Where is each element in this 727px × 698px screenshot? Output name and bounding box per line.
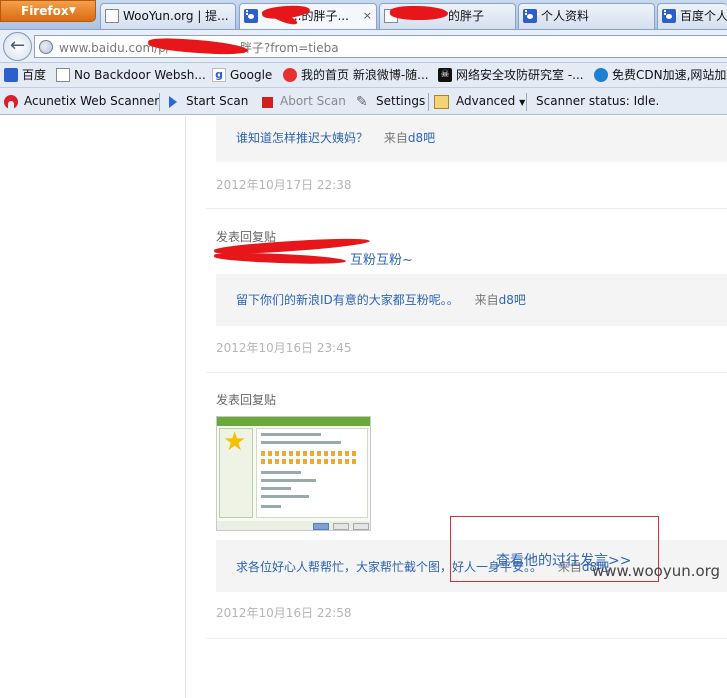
play-icon [169,96,177,108]
baidu-paw-icon [244,9,260,23]
scanner-status: Scanner status: Idle. [536,94,660,108]
redaction-mark [213,251,347,266]
advanced-button[interactable]: Advanced ▼ [456,93,525,111]
compass-icon [594,68,608,82]
settings-button[interactable]: Settings [376,93,425,111]
firefox-menu-button[interactable]: Firefox ▼ [0,0,96,22]
bookmark-google[interactable]: g Google [210,67,272,85]
toolbar-separator [428,93,429,111]
star-icon: ★ [223,427,247,457]
thumbnail-row [261,505,281,508]
thumbnail-row [261,487,291,490]
post-timestamp: 2012年10月17日 22:38 [216,178,352,192]
thumbnail-row [261,441,341,444]
close-icon[interactable]: × [363,4,372,28]
watermark: www.wooyun.org [592,562,721,580]
back-button[interactable]: ← [3,32,32,61]
chevron-down-icon: ▼ [69,6,76,16]
redaction-mark [390,6,448,20]
acunetix-toolbar: Acunetix Web Scanner Start Scan Abort Sc… [0,88,727,115]
bookmark-label: No Backdoor Websh... [74,68,206,82]
bookmark-label: 我的首页 新浪微博-随... [301,68,429,82]
bookmark-weibo[interactable]: 我的首页 新浪微博-随... [281,67,429,85]
source-forum-link[interactable]: d8吧 [499,293,526,307]
google-icon: g [212,68,226,82]
reply-text[interactable]: 互粉互粉~ [350,249,413,268]
quoted-post: 留下你们的新浪ID有意的大家都互粉呢。。 来自d8吧 [216,274,727,326]
thumbnail-row [261,433,321,436]
bookmark-label: 网络安全攻防研究室 -... [456,68,584,82]
page-icon [56,68,70,82]
tab-label: 百度个人资 [680,9,727,23]
column-border [185,116,186,698]
tab-strip: Firefox ▼ WooYun.org | 提... ...的胖子... × … [0,0,727,30]
thumbnail-button [333,523,349,530]
tab-baidu-personal[interactable]: 百度个人资 [657,3,727,29]
screenshot-thumbnail[interactable]: ★ [216,416,371,531]
bookmark-label: 免费CDN加速,网站加 [612,68,727,82]
weibo-icon [283,68,297,82]
bookmark-label: Google [230,68,273,82]
bookmark-cdn[interactable]: 免费CDN加速,网站加 [592,67,726,85]
quote-text[interactable]: 留下你们的新浪ID有意的大家都互粉呢。。 来自d8吧 [236,291,526,308]
bookmark-label: 百度 [22,68,47,82]
post-heading: 发表回复贴 [216,393,277,407]
bookmark-no-backdoor[interactable]: No Backdoor Websh... [54,67,206,85]
toolbar-separator [526,93,527,111]
thumbnail-emoji-row [261,459,357,464]
thumbnail-button [313,523,329,530]
toolbar-separator [159,93,160,111]
url-bar[interactable]: www.baidu.com/p/胖子?from=tieba [34,35,727,58]
advanced-label: Advanced [456,94,516,108]
firefox-menu-label: Firefox [21,4,69,18]
quote-text[interactable]: 谁知道怎样推迟大姨妈？ 来自d8吧 [236,129,435,146]
post-timestamp: 2012年10月16日 23:45 [216,341,352,355]
back-arrow-icon: ← [9,35,26,56]
post-timestamp: 2012年10月16日 22:58 [216,606,352,620]
start-scan-button[interactable]: Start Scan [186,93,248,111]
quoted-post: 谁知道怎样推迟大姨妈？ 来自d8吧 [216,116,727,162]
thumbnail-row [261,471,301,474]
dropdown-arrow-icon: ▼ [519,98,526,107]
page-icon [105,9,119,23]
thumbnail-titlebar [217,417,370,426]
source-forum-link[interactable]: d8吧 [408,131,435,145]
globe-icon [39,40,53,54]
post-divider [206,208,727,209]
tab-personal-info[interactable]: 个人资料 [518,3,655,29]
bookmark-security-lab[interactable]: ☠ 网络安全攻防研究室 -... [436,67,584,85]
navigation-bar: ← www.baidu.com/p/胖子?from=tieba [0,30,727,63]
stop-icon [262,97,273,108]
baidu-paw-icon [4,68,18,82]
tab-label: WooYun.org | 提... [123,9,229,23]
bookmark-baidu[interactable]: 百度 [2,67,46,85]
wrench-icon: ✎ [356,94,368,110]
skull-icon: ☠ [438,68,452,82]
thumbnail-emoji-row [261,451,357,456]
source-label: 来自d8吧 [383,131,436,145]
source-label: 来自d8吧 [474,293,526,307]
baidu-paw-icon [523,9,539,23]
baidu-paw-icon [662,9,678,23]
advanced-icon [434,95,449,109]
abort-scan-button[interactable]: Abort Scan [280,93,346,111]
post-divider [206,372,727,373]
thumbnail-row [261,479,316,482]
tab-wooyun[interactable]: WooYun.org | 提... [100,3,236,29]
bookmarks-bar: 百度 No Backdoor Websh... g Google 我的首页 新浪… [0,63,727,88]
tab-label: 个人资料 [541,9,590,23]
thumbnail-row [261,495,309,498]
tab-label: 的胖子 [448,9,485,23]
acunetix-title: Acunetix Web Scanner [24,94,160,108]
post-divider [206,638,727,639]
acunetix-logo-icon [4,95,18,109]
page-content: 谁知道怎样推迟大姨妈？ 来自d8吧 2012年10月17日 22:38 发表回复… [0,116,727,698]
thumbnail-button [353,523,369,530]
